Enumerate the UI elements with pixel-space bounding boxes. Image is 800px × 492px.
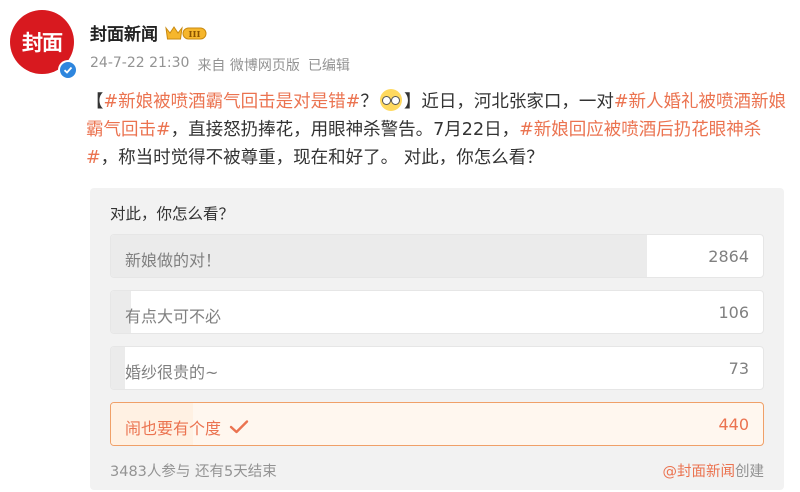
edited-label[interactable]: 已编辑: [308, 55, 350, 75]
poll-option-label: 新娘做的对！: [125, 251, 222, 270]
verified-icon: [58, 60, 78, 80]
account-name[interactable]: 封面新闻: [90, 20, 158, 45]
post-text-segment: 】近日，河北张家口，一对: [403, 92, 614, 112]
poll-option-fill: [111, 347, 125, 389]
hashtag-link[interactable]: #新娘被喷酒霸气回击是对是错#: [104, 92, 361, 112]
post-header: 封面新闻 III: [90, 20, 208, 45]
post-text-segment: ，称当时觉得不被尊重，现在和好了。 对此，你怎么看？: [100, 148, 544, 168]
poll-option-count: 106: [718, 303, 749, 322]
dizzy-face-icon: [379, 89, 402, 111]
crown-badge-icon[interactable]: III: [164, 24, 208, 42]
poll-participants: 3483人参与 还有5天结束: [110, 464, 277, 480]
post-body: 【#新娘被喷酒霸气回击是对是错#？ 】近日，河北张家口，一对#新人婚礼被喷酒新娘霸…: [86, 88, 786, 172]
post-text-segment: 【: [86, 92, 104, 112]
poll-option[interactable]: 婚纱很贵的~ 73: [110, 346, 764, 390]
poll-creator: @封面新闻创建: [663, 460, 765, 481]
poll-option-selected[interactable]: 闹也要有个度 440: [110, 402, 764, 446]
poll-card: 对此，你怎么看？ 新娘做的对！ 2864 有点大可不必 106 婚纱很贵的~ 7…: [90, 188, 784, 490]
poll-title: 对此，你怎么看？: [110, 205, 235, 223]
avatar-text: 封面: [22, 30, 63, 55]
post-time[interactable]: 24-7-22 21:30: [90, 55, 189, 75]
post-text-segment: ，直接怒扔捧花，用眼神杀警告。7月22日，: [170, 120, 520, 140]
post-source: 来自 微博网页版: [197, 58, 300, 74]
badge-level: III: [189, 30, 201, 40]
poll-option-count: 440: [718, 415, 749, 434]
post-meta: 24-7-22 21:30 来自 微博网页版 已编辑: [90, 55, 350, 75]
poll-option-count: 73: [728, 359, 749, 378]
post-text-segment: ？: [360, 92, 378, 112]
poll-option-label: 闹也要有个度: [125, 419, 222, 438]
poll-option-count: 2864: [708, 247, 749, 266]
poll-option[interactable]: 新娘做的对！ 2864: [110, 234, 764, 278]
poll-option-label: 婚纱很贵的~: [125, 363, 219, 382]
poll-creator-suffix: 创建: [735, 464, 764, 480]
poll-option[interactable]: 有点大可不必 106: [110, 290, 764, 334]
poll-option-label: 有点大可不必: [125, 307, 222, 326]
checkmark-icon: [229, 420, 249, 434]
poll-creator-link[interactable]: @封面新闻: [663, 464, 736, 480]
